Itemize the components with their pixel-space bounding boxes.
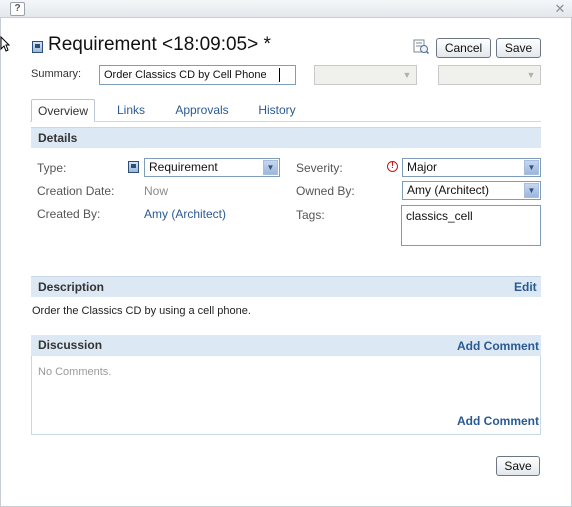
chevron-down-icon: ▼: [526, 70, 536, 80]
add-comment-link-bottom[interactable]: Add Comment: [457, 414, 539, 428]
no-comments-text: No Comments.: [38, 366, 112, 378]
history-view-icon[interactable]: [413, 39, 429, 54]
help-icon[interactable]: ?: [10, 2, 25, 16]
tags-label: Tags:: [296, 208, 325, 222]
severity-select[interactable]: Major ▼: [402, 158, 541, 177]
creation-date-value: Now: [144, 184, 169, 198]
tab-overview[interactable]: Overview: [31, 99, 95, 122]
summary-input[interactable]: Order Classics CD by Cell Phone: [99, 65, 296, 85]
summary-label: Summary:: [31, 68, 82, 80]
text-caret: [279, 68, 280, 82]
created-by-label: Created By:: [37, 207, 101, 221]
description-section-header: Description: [31, 276, 541, 297]
close-icon[interactable]: ✕: [553, 2, 567, 16]
chevron-down-icon[interactable]: ▼: [263, 160, 278, 175]
window-border-left: [0, 18, 1, 507]
owned-by-select-value: Amy (Architect): [407, 183, 490, 197]
save-button-top[interactable]: Save: [496, 38, 541, 58]
tab-links[interactable]: Links: [109, 99, 153, 122]
requirement-type-icon: [32, 41, 43, 53]
window-title-bar: [0, 0, 572, 18]
created-by-value[interactable]: Amy (Architect): [144, 207, 226, 221]
details-section-header: Details: [31, 127, 541, 148]
severity-alert-icon: !: [387, 161, 398, 172]
description-header-label: Description: [38, 280, 105, 294]
disabled-select-1: ▼: [314, 65, 417, 85]
creation-date-label: Creation Date:: [37, 184, 115, 198]
tab-approvals[interactable]: Approvals: [168, 99, 236, 122]
chevron-down-icon[interactable]: ▼: [524, 160, 539, 175]
tags-field[interactable]: classics_cell: [401, 205, 541, 246]
severity-label: Severity:: [296, 161, 343, 175]
type-select[interactable]: Requirement ▼: [144, 158, 280, 177]
mouse-cursor-icon: [0, 36, 10, 52]
disabled-select-2: ▼: [438, 65, 541, 85]
discussion-header-label: Discussion: [38, 338, 103, 352]
severity-select-value: Major: [407, 160, 438, 174]
description-text: Order the Classics CD by using a cell ph…: [32, 305, 251, 317]
tab-history[interactable]: History: [252, 99, 302, 122]
type-label: Type:: [37, 161, 67, 175]
page-title: Requirement <18:09:05> *: [48, 34, 271, 55]
add-comment-link-top[interactable]: Add Comment: [457, 339, 539, 353]
requirement-type-icon: [128, 161, 139, 173]
owned-by-select[interactable]: Amy (Architect) ▼: [402, 181, 541, 200]
owned-by-label: Owned By:: [296, 184, 355, 198]
cancel-button[interactable]: Cancel: [436, 38, 491, 58]
edit-description-link[interactable]: Edit: [514, 280, 537, 294]
details-header-label: Details: [38, 131, 78, 145]
chevron-down-icon: ▼: [402, 70, 412, 80]
save-button-bottom[interactable]: Save: [496, 456, 540, 476]
type-select-value: Requirement: [149, 160, 218, 174]
chevron-down-icon[interactable]: ▼: [524, 183, 539, 198]
